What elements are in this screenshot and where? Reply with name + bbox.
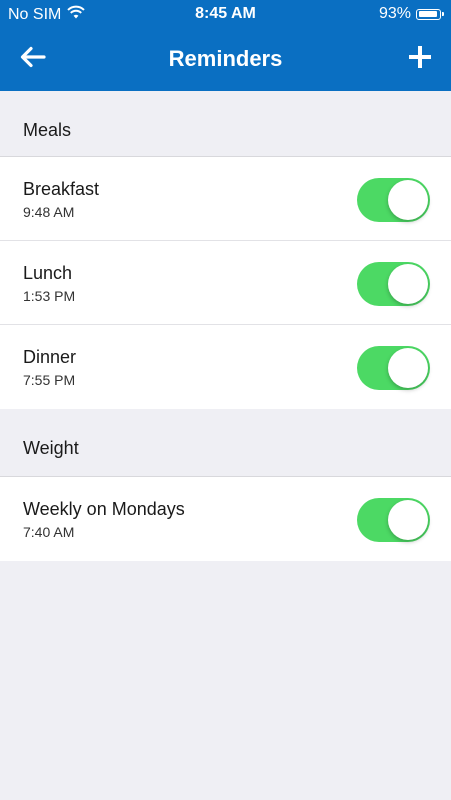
weight-list: Weekly on Mondays 7:40 AM (0, 477, 451, 561)
battery-percentage: 93% (378, 5, 411, 22)
reminder-time: 9:48 AM (23, 204, 75, 220)
status-right: 93% (378, 5, 444, 23)
section-header-meals: Meals (0, 91, 451, 157)
toggle-knob (388, 180, 428, 220)
reminder-row-lunch[interactable]: Lunch 1:53 PM (0, 241, 451, 325)
reminder-time: 7:40 AM (23, 524, 75, 540)
plus-icon (408, 44, 432, 73)
section-header-weight: Weight (0, 409, 451, 477)
reminder-title: Breakfast (23, 179, 100, 199)
status-bar: No SIM 8:45 AM 93% (0, 0, 451, 30)
page-title: Reminders (168, 46, 283, 71)
reminder-time: 1:53 PM (23, 288, 76, 304)
add-reminder-button[interactable] (405, 44, 435, 74)
meals-list: Breakfast 9:48 AM Lunch 1:53 PM Dinner 7… (0, 157, 451, 409)
breakfast-toggle[interactable] (357, 178, 430, 222)
reminder-title: Lunch (23, 263, 73, 283)
toggle-knob (388, 348, 428, 388)
battery-fill (418, 11, 438, 17)
reminder-row-weight[interactable]: Weekly on Mondays 7:40 AM (0, 477, 451, 561)
app-header: No SIM 8:45 AM 93% Reminders (0, 0, 451, 91)
lunch-toggle[interactable] (357, 262, 430, 306)
toggle-knob (388, 500, 428, 540)
reminder-title: Dinner (23, 347, 77, 367)
toggle-knob (388, 264, 428, 304)
dinner-toggle[interactable] (357, 346, 430, 390)
battery-tip (442, 12, 444, 16)
reminder-row-breakfast[interactable]: Breakfast 9:48 AM (0, 157, 451, 241)
navigation-bar: Reminders (0, 30, 451, 91)
reminder-title: Weekly on Mondays (23, 499, 185, 519)
battery-icon (416, 8, 444, 20)
weight-toggle[interactable] (357, 498, 430, 542)
reminder-time: 7:55 PM (23, 372, 76, 388)
reminder-row-dinner[interactable]: Dinner 7:55 PM (0, 325, 451, 409)
